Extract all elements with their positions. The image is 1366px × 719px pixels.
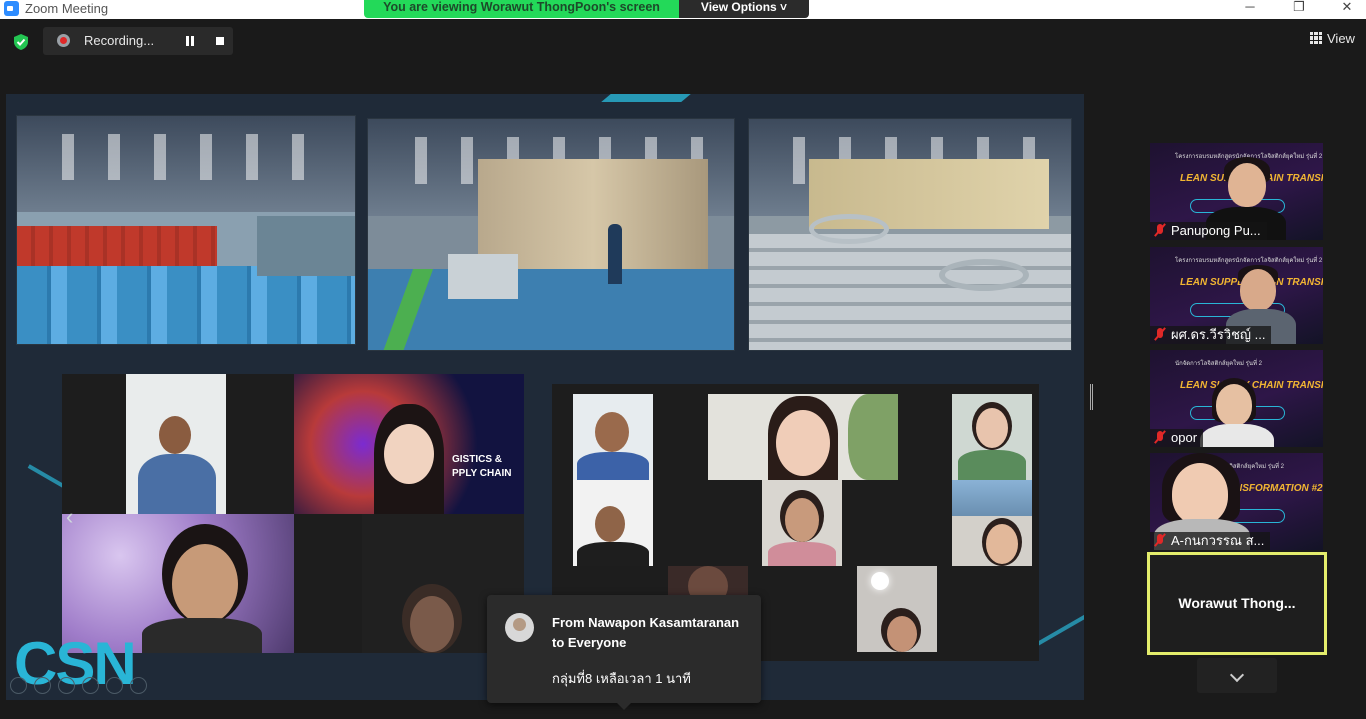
mic-muted-icon [1154,431,1166,444]
participant-video [708,394,898,480]
recording-label: Recording... [84,33,155,48]
close-button[interactable]: ✕ [1324,0,1366,19]
participant-video [573,480,653,566]
next-control-icon[interactable] [34,677,51,694]
decorative-stripe [1033,584,1084,648]
recording-dot-icon [57,34,70,47]
previous-slide-icon[interactable]: ‹ [66,504,73,530]
active-speaker-name: Worawut Thong... [1178,595,1296,611]
active-speaker-tile[interactable]: Worawut Thong... [1147,552,1327,655]
participant-thumbnail[interactable]: นักจัดการโลจิสติกส์ยุคใหม่ รุ่นที่ 2 LEA… [1150,350,1323,447]
steel-coils-photo [748,118,1072,351]
participant-video [573,394,653,480]
virtual-background-text: นักจัดการโลจิสติกส์ยุคใหม่ รุ่นที่ 2 [1175,361,1262,367]
participant-face [1172,463,1228,525]
participant-video [762,480,842,566]
view-options-button[interactable]: View Options ˅ [679,0,809,18]
decorative-stripe [27,464,65,488]
view-label: View [1327,31,1355,46]
view-layout-button[interactable]: View [1310,31,1355,46]
zoom-app-icon [4,1,19,16]
chat-sender: From Nawapon Kasamtaranan to Everyone [552,615,740,650]
gallery-scroll-down-button[interactable] [1197,658,1277,693]
stop-recording-icon[interactable] [216,37,224,45]
participant-name: ผศ.ดร.วีรวิชญ์ ... [1171,327,1266,342]
panel-splitter-handle[interactable] [1090,384,1093,410]
participant-thumbnail[interactable]: โครงการอบรมหลักสูตรนักจัดการโลจิสติกส์ยุ… [1150,143,1323,240]
participant-face [1240,269,1276,311]
participant-video [952,480,1032,566]
mic-muted-icon [1154,224,1166,237]
maximize-button[interactable]: ❐ [1276,0,1322,19]
participant-name-tag: ผศ.ดร.วีรวิชญ์ ... [1150,326,1272,344]
security-shield-icon[interactable] [12,33,30,51]
minimize-button[interactable]: ─ [1227,0,1273,19]
participant-name: A-กนกวรรณ ส... [1171,533,1265,548]
participant-video [126,374,226,514]
more-control-icon[interactable] [130,677,147,694]
participant-video [857,566,937,652]
participant-face [1228,163,1266,207]
participant-name-tag: Panupong Pu... [1150,222,1267,240]
zoom-control-icon[interactable] [106,677,123,694]
participant-name-tag: opor [1150,429,1204,447]
virtual-background-text: โครงการอบรมหลักสูตรนักจัดการโลจิสติกส์ยุ… [1175,258,1323,264]
prev-control-icon[interactable] [10,677,27,694]
recording-indicator: Recording... [43,27,233,55]
pause-recording-icon[interactable] [185,36,195,46]
slides-control-icon[interactable] [82,677,99,694]
mic-muted-icon [1154,534,1166,547]
view-options-label: View Options [700,0,777,14]
participant-thumbnail[interactable]: หลักสูตรนักจัดการโลจิสติกส์ยุคใหม่ รุ่นท… [1150,453,1323,550]
factory-press-photo [367,118,735,351]
grid-view-icon [1310,32,1322,44]
slideshow-controls [10,677,154,695]
mic-muted-icon [1154,328,1166,341]
participant-name: Panupong Pu... [1171,223,1261,238]
pen-control-icon[interactable] [58,677,75,694]
title-bar: Zoom Meeting You are viewing Worawut Tho… [0,0,1366,19]
decorative-stripe [601,94,691,102]
sender-avatar [505,613,534,642]
participant-thumbnail[interactable]: โครงการอบรมหลักสูตรนักจัดการโลจิสติกส์ยุ… [1150,247,1323,344]
participant-video [952,394,1032,480]
screen-share-banner: You are viewing Worawut ThongPoon's scre… [364,0,679,18]
participant-name-tag: A-กนกวรรณ ส... [1150,532,1271,550]
participant-face [1216,384,1252,426]
window-title: Zoom Meeting [25,1,109,16]
chat-notification[interactable]: From Nawapon Kasamtaranan to Everyone กล… [487,595,761,710]
chat-message: กลุ่มที่8 เหลือเวลา 1 นาที [552,671,691,686]
participant-video: GISTICS & PPLY CHAIN [294,374,524,514]
zoom-meeting-window: Zoom Meeting You are viewing Worawut Tho… [0,0,1366,719]
embedded-gallery-left: GISTICS & PPLY CHAIN [62,374,524,653]
warehouse-photo [16,115,356,345]
participant-name: opor [1171,430,1198,445]
